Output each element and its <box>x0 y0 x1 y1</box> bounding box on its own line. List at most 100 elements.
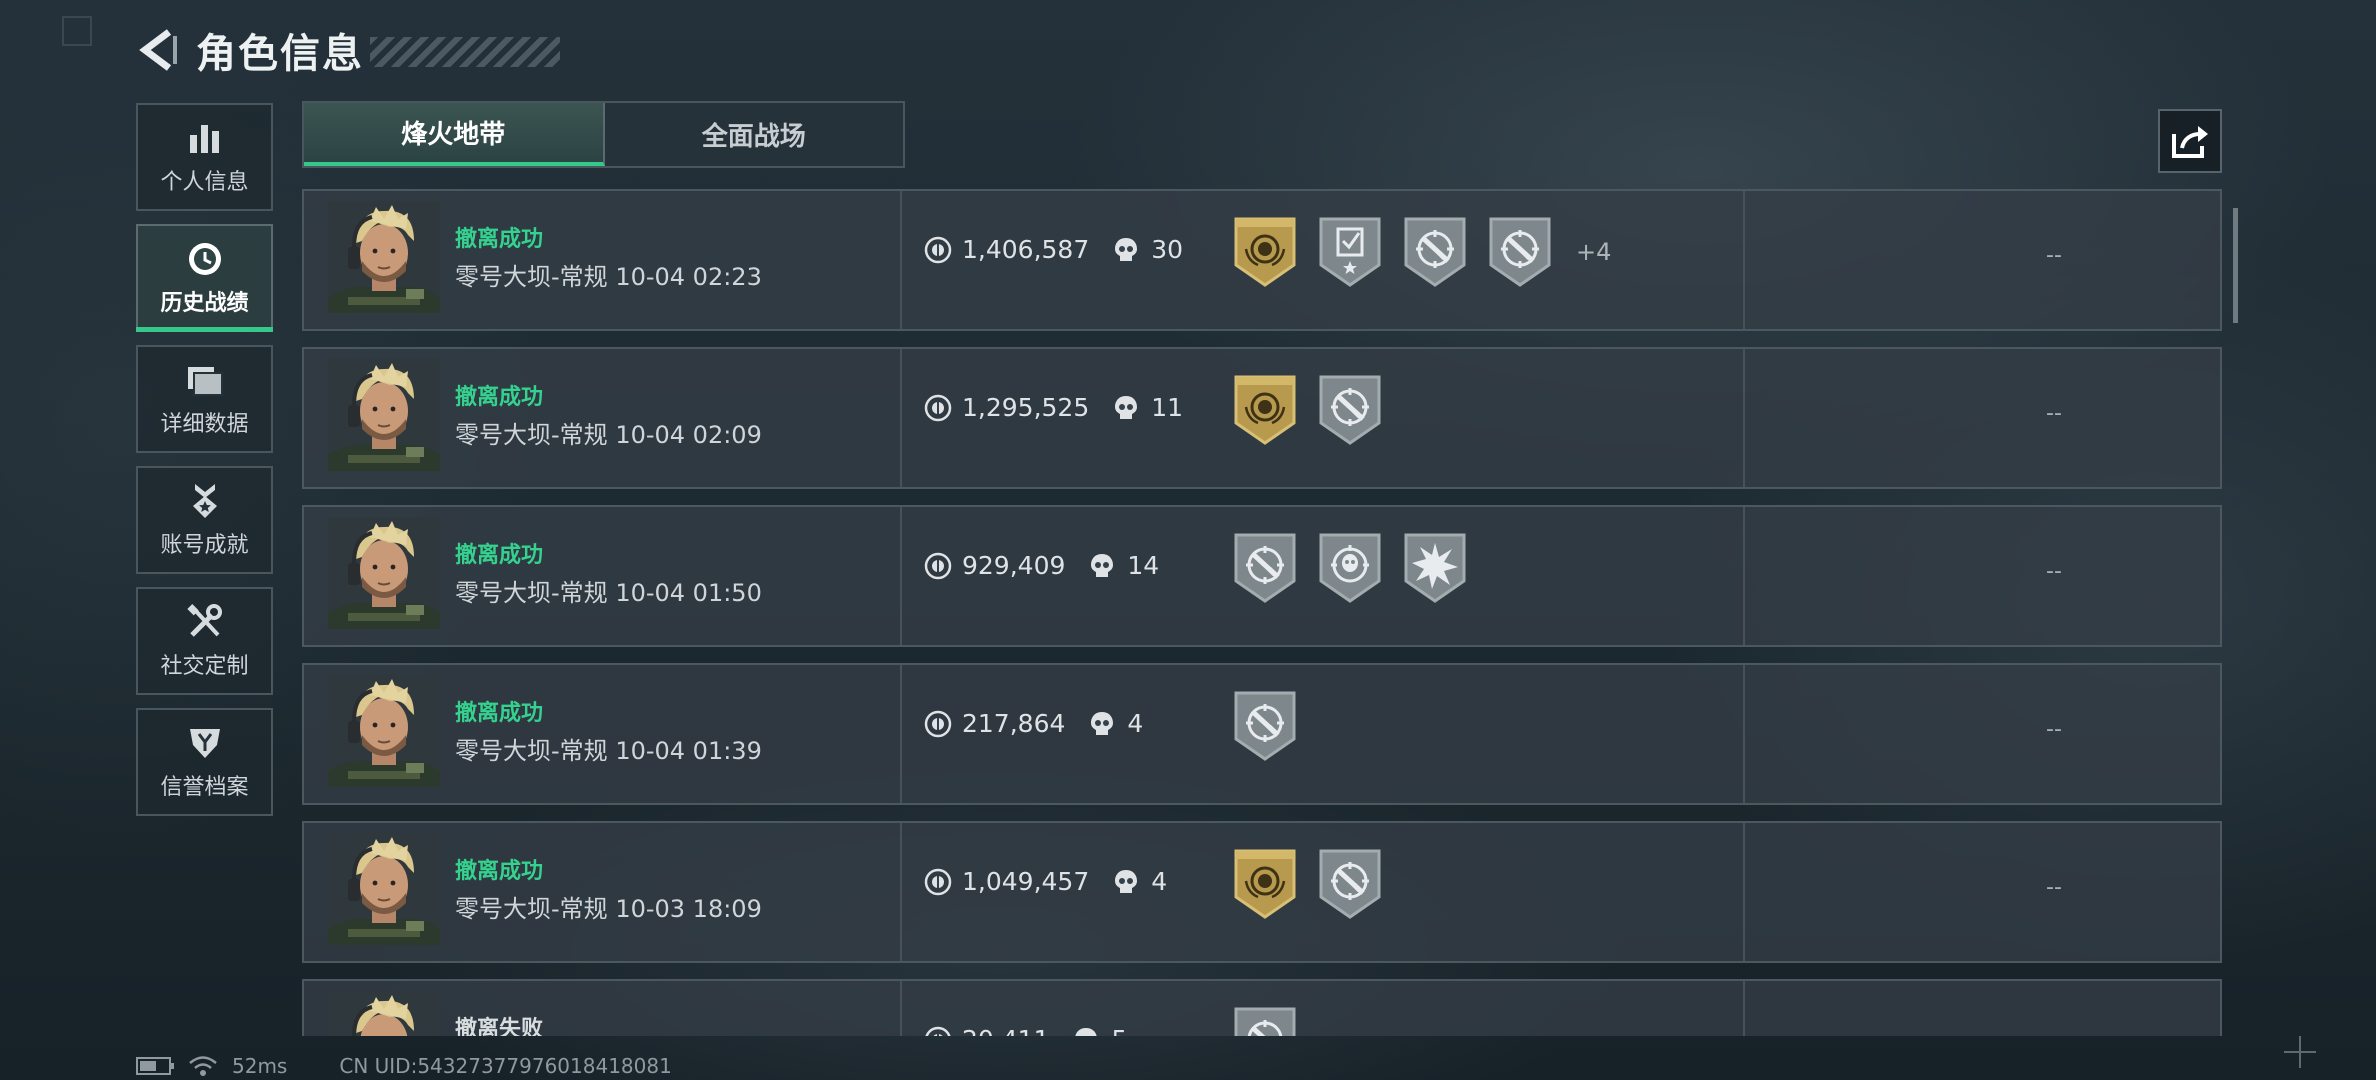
operator-portrait <box>328 201 440 313</box>
column-divider <box>1743 981 1745 1036</box>
kill-count: 4 <box>1127 709 1144 738</box>
match-row[interactable]: 撤离成功 零号大坝-常规 10-04 02:09 1,295,525 11 -- <box>302 347 2222 489</box>
match-row[interactable]: 撤离成功零号大坝-常规 10-04 01:50 929,409 14 -- <box>302 505 2222 647</box>
empty-value: -- <box>2046 401 2062 426</box>
column-divider <box>900 823 902 961</box>
crosshair-rifle-badge[interactable] <box>1402 215 1468 289</box>
title-decoration <box>370 37 560 67</box>
scrollbar[interactable] <box>2233 208 2238 323</box>
mode-tabs: 烽火地带 全面战场 <box>302 101 905 168</box>
column-divider <box>900 665 902 803</box>
gold-coin-badge-icon <box>1234 849 1296 919</box>
sidebar-item-profile[interactable]: 个人信息 <box>136 103 273 211</box>
sidebar-item-reputation[interactable]: 信誉档案 <box>136 708 273 816</box>
gold-coin-badge[interactable] <box>1232 847 1298 921</box>
match-row[interactable]: 撤离失败 20,411 5 <box>302 979 2222 1036</box>
map-and-time: 零号大坝-常规 10-04 01:50 <box>455 573 762 608</box>
loot-and-kills: 1,406,587 30 <box>924 235 1183 264</box>
sidebar: 个人信息 历史战绩 详细数据 账号成就 社交定制 信誉档案 <box>136 103 273 829</box>
kill-count: 5 <box>1111 1025 1127 1036</box>
match-history-list[interactable]: 撤离成功 零号大坝-常规 10-04 02:23 1,406,587 30 +4 -- … <box>302 189 2222 1036</box>
operator-portrait <box>328 675 440 787</box>
map-and-time: 零号大坝-常规 10-04 02:09 <box>455 415 762 450</box>
coin-icon <box>924 868 952 895</box>
coin-icon <box>924 552 952 579</box>
share-button[interactable] <box>2158 109 2222 173</box>
bar-chart-icon <box>185 118 225 158</box>
kill-count: 4 <box>1151 867 1168 896</box>
crosshair-rifle-badge[interactable] <box>1317 847 1383 921</box>
match-row[interactable]: 撤离成功 零号大坝-常规 10-03 18:09 1,049,457 4 -- <box>302 821 2222 963</box>
crosshair-rifle-badge-icon <box>1319 849 1381 919</box>
explosion-badge-icon <box>1404 533 1466 603</box>
skull-target-badge[interactable] <box>1317 531 1383 605</box>
map-name: 零号大坝-常规 <box>455 263 608 291</box>
skull-target-badge-icon <box>1319 533 1381 603</box>
coin-icon <box>925 1026 951 1036</box>
sidebar-item-achievements[interactable]: 账号成就 <box>136 466 273 574</box>
map-name: 零号大坝-常规 <box>455 737 608 765</box>
map-name: 零号大坝-常规 <box>455 895 608 923</box>
wifi-icon <box>189 1056 217 1076</box>
extraction-status: 撤离成功 <box>455 701 544 726</box>
explosion-badge[interactable] <box>1402 531 1468 605</box>
gold-coin-badge[interactable] <box>1232 373 1298 447</box>
operator-portrait <box>328 517 440 629</box>
crosshair-rifle-badge[interactable] <box>1317 373 1383 447</box>
kill-count: 14 <box>1127 551 1160 580</box>
column-divider <box>1743 823 1745 961</box>
loot-value: 929,409 <box>962 551 1066 580</box>
header: 角色信息 <box>136 22 560 78</box>
sidebar-item-label: 社交定制 <box>160 654 249 679</box>
operator-portrait <box>328 833 440 945</box>
map-and-time: 零号大坝-常规 10-04 01:39 <box>455 731 762 766</box>
extraction-status: 撤离失败 <box>455 1017 544 1036</box>
sidebar-item-label: 历史战绩 <box>160 291 249 316</box>
map-and-time: 零号大坝-常规 10-04 02:23 <box>455 257 762 292</box>
kill-count: 30 <box>1151 235 1184 264</box>
tab-full-battlefield[interactable]: 全面战场 <box>605 103 904 166</box>
loot-value: 1,295,525 <box>962 393 1090 422</box>
loot-value: 20,411 <box>962 1025 1049 1036</box>
skull-icon <box>1091 553 1114 577</box>
skull-icon <box>1115 395 1138 419</box>
match-row[interactable]: 撤离成功 零号大坝-常规 10-04 01:39 217,864 4 -- <box>302 663 2222 805</box>
loot-and-kills: 20,411 5 <box>924 1025 1127 1036</box>
crosshair-rifle-badge[interactable] <box>1232 1005 1298 1036</box>
extraction-status: 撤离成功 <box>455 385 544 410</box>
sidebar-item-label: 信誉档案 <box>160 775 249 800</box>
match-time: 10-04 02:09 <box>615 421 762 449</box>
gold-coin-badge[interactable] <box>1232 215 1298 289</box>
loot-value: 217,864 <box>962 709 1066 738</box>
tools-icon <box>185 602 225 642</box>
map-and-time: 零号大坝-常规 10-03 18:09 <box>455 889 762 924</box>
crosshair-rifle-badge[interactable] <box>1232 531 1298 605</box>
column-divider <box>900 191 902 329</box>
achievement-badges <box>1232 531 1487 605</box>
column-divider <box>1743 191 1745 329</box>
crosshair-rifle-badge-icon <box>1234 533 1296 603</box>
sidebar-item-social[interactable]: 社交定制 <box>136 587 273 695</box>
sidebar-item-details[interactable]: 详细数据 <box>136 345 273 453</box>
coin-icon <box>924 236 952 263</box>
tab-warfare-zone[interactable]: 烽火地带 <box>304 103 605 166</box>
sidebar-item-history[interactable]: 历史战绩 <box>136 224 273 332</box>
crosshair-rifle-badge[interactable] <box>1232 689 1298 763</box>
match-row[interactable]: 撤离成功 零号大坝-常规 10-04 02:23 1,406,587 30 +4 -- <box>302 189 2222 331</box>
crosshair-rifle-badge[interactable] <box>1487 215 1553 289</box>
extraction-status: 撤离成功 <box>455 543 544 568</box>
empty-value: -- <box>2046 243 2062 268</box>
crosshair-rifle-badge-icon <box>1234 1007 1296 1036</box>
achievement-badges <box>1232 1005 1317 1036</box>
empty-value: -- <box>2046 559 2062 584</box>
folders-icon <box>185 360 225 400</box>
back-button[interactable] <box>136 25 182 75</box>
more-badges-count[interactable]: +4 <box>1576 238 1611 266</box>
crosshair-rifle-badge-icon <box>1489 217 1551 287</box>
achievement-badges <box>1232 373 1402 447</box>
share-icon <box>2172 126 2208 158</box>
checklist-badge[interactable] <box>1317 215 1383 289</box>
skull-icon <box>1115 237 1138 261</box>
sidebar-item-label: 账号成就 <box>160 533 249 558</box>
skull-icon <box>1075 1027 1098 1036</box>
